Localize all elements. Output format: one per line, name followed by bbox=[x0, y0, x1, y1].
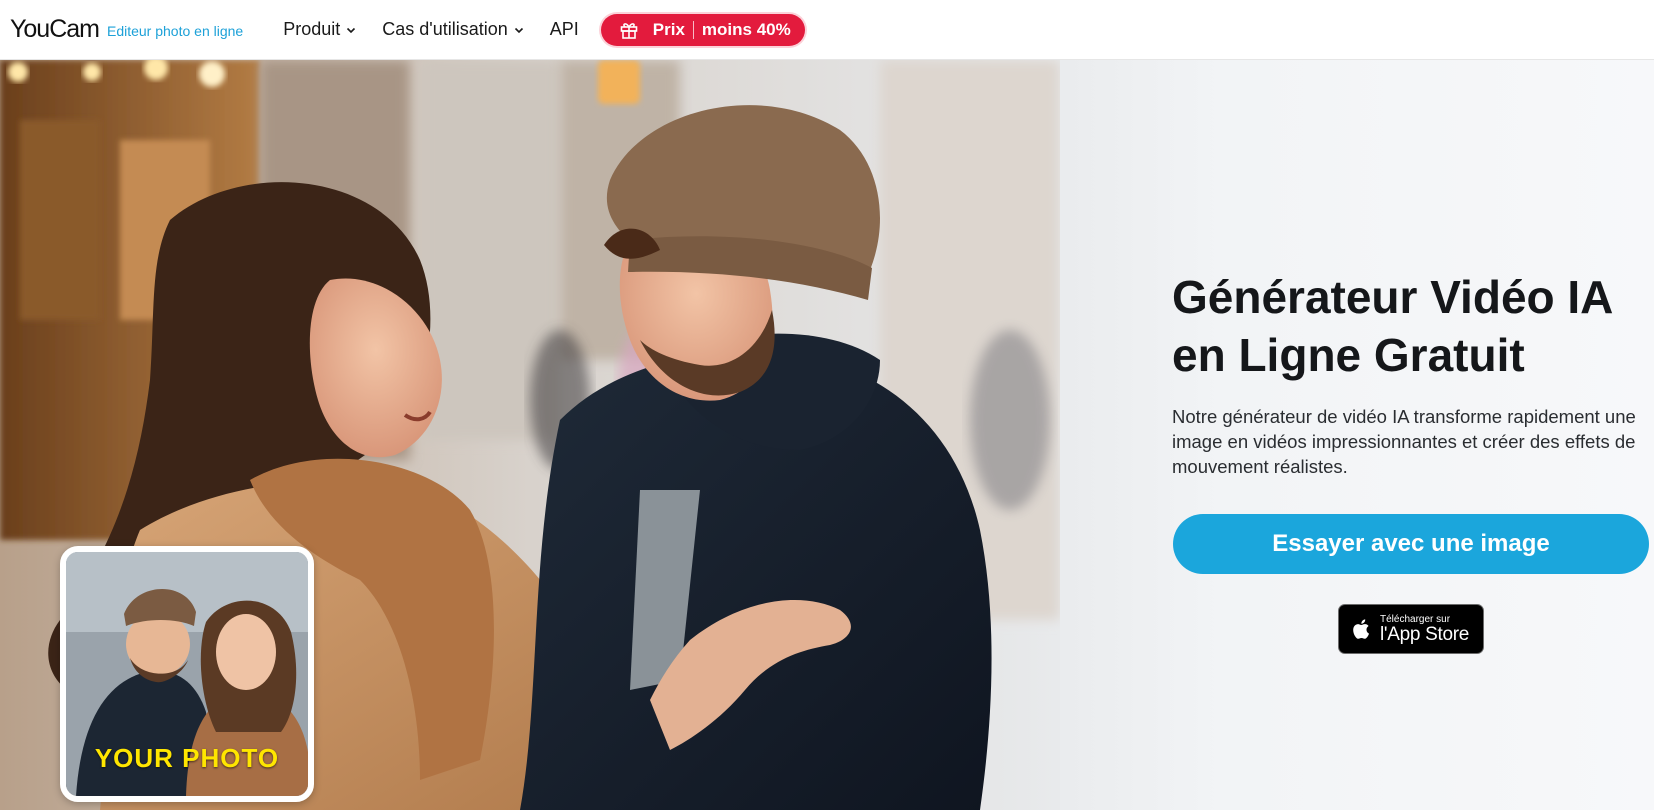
gift-icon bbox=[620, 22, 638, 39]
logo-subtitle[interactable]: Editeur photo en ligne bbox=[107, 23, 243, 39]
chevron-down-icon bbox=[347, 27, 356, 33]
hero-title-line-2: en Ligne Gratuit bbox=[1172, 329, 1525, 381]
apple-icon bbox=[1353, 619, 1369, 639]
promo-label-left: Prix bbox=[652, 19, 685, 39]
promo-label-right: moins 40% bbox=[701, 19, 791, 39]
youcam-logo[interactable]: YouCam bbox=[10, 15, 100, 44]
nav-api-label: API bbox=[549, 19, 579, 39]
nav-cas-utilisation[interactable]: Cas d'utilisation bbox=[382, 19, 524, 40]
app-store-badge[interactable]: Télécharger sur l'App Store bbox=[1338, 604, 1484, 654]
your-photo-label: YOUR PHOTO bbox=[94, 743, 280, 773]
nav-produit[interactable]: Produit bbox=[283, 19, 356, 40]
chevron-down-icon bbox=[514, 27, 523, 33]
hero-description: Notre générateur de vidéo IA transforme … bbox=[1172, 406, 1636, 477]
app-store-big-text: l'App Store bbox=[1380, 623, 1470, 645]
hero-title: Générateur Vidéo IA en Ligne Gratuit bbox=[1172, 268, 1642, 384]
app-store-text: Télécharger sur l'App Store bbox=[1380, 614, 1469, 645]
your-photo-inset: YOUR PHOTO bbox=[60, 546, 314, 802]
hero-text-block: Générateur Vidéo IA en Ligne Gratuit Not… bbox=[1172, 268, 1642, 479]
promo-divider bbox=[692, 20, 694, 39]
main-nav: Produit Cas d'utilisation API Prix moins… bbox=[283, 13, 805, 46]
try-with-image-button[interactable]: Essayer avec une image bbox=[1173, 514, 1649, 574]
hero-title-line-1: Générateur Vidéo IA bbox=[1172, 271, 1614, 323]
hero-section: YOUR PHOTO Générateur Vidéo IA en Ligne … bbox=[0, 60, 1654, 810]
promo-button[interactable]: Prix moins 40% bbox=[600, 13, 805, 46]
nav-produit-label: Produit bbox=[283, 19, 341, 39]
nav-cas-utilisation-label: Cas d'utilisation bbox=[382, 19, 508, 39]
site-header: YouCam Editeur photo en ligne Produit Ca… bbox=[0, 0, 1654, 60]
nav-api[interactable]: API bbox=[550, 19, 579, 40]
app-store-small-text: Télécharger sur bbox=[1380, 613, 1451, 625]
